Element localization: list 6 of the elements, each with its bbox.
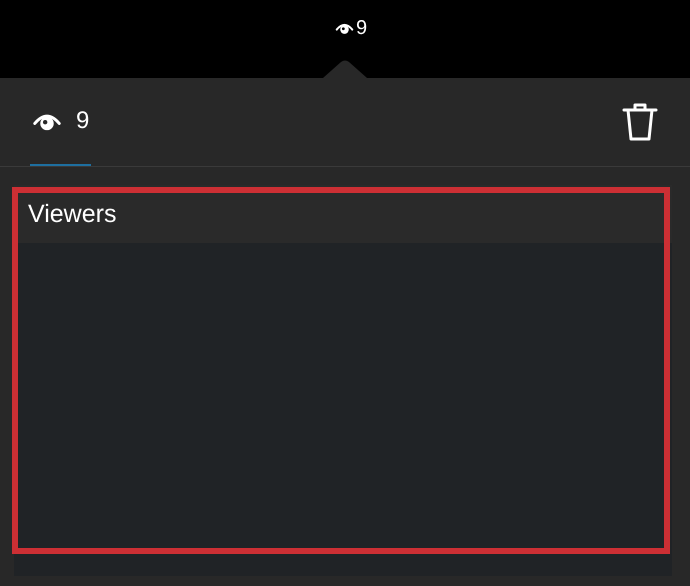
eye-icon (334, 21, 354, 35)
trash-icon (622, 102, 658, 142)
viewers-tab[interactable]: 9 (30, 78, 92, 166)
list-title: Viewers (28, 200, 116, 228)
viewer-count: 9 (356, 16, 368, 40)
popover-pointer (323, 60, 367, 78)
